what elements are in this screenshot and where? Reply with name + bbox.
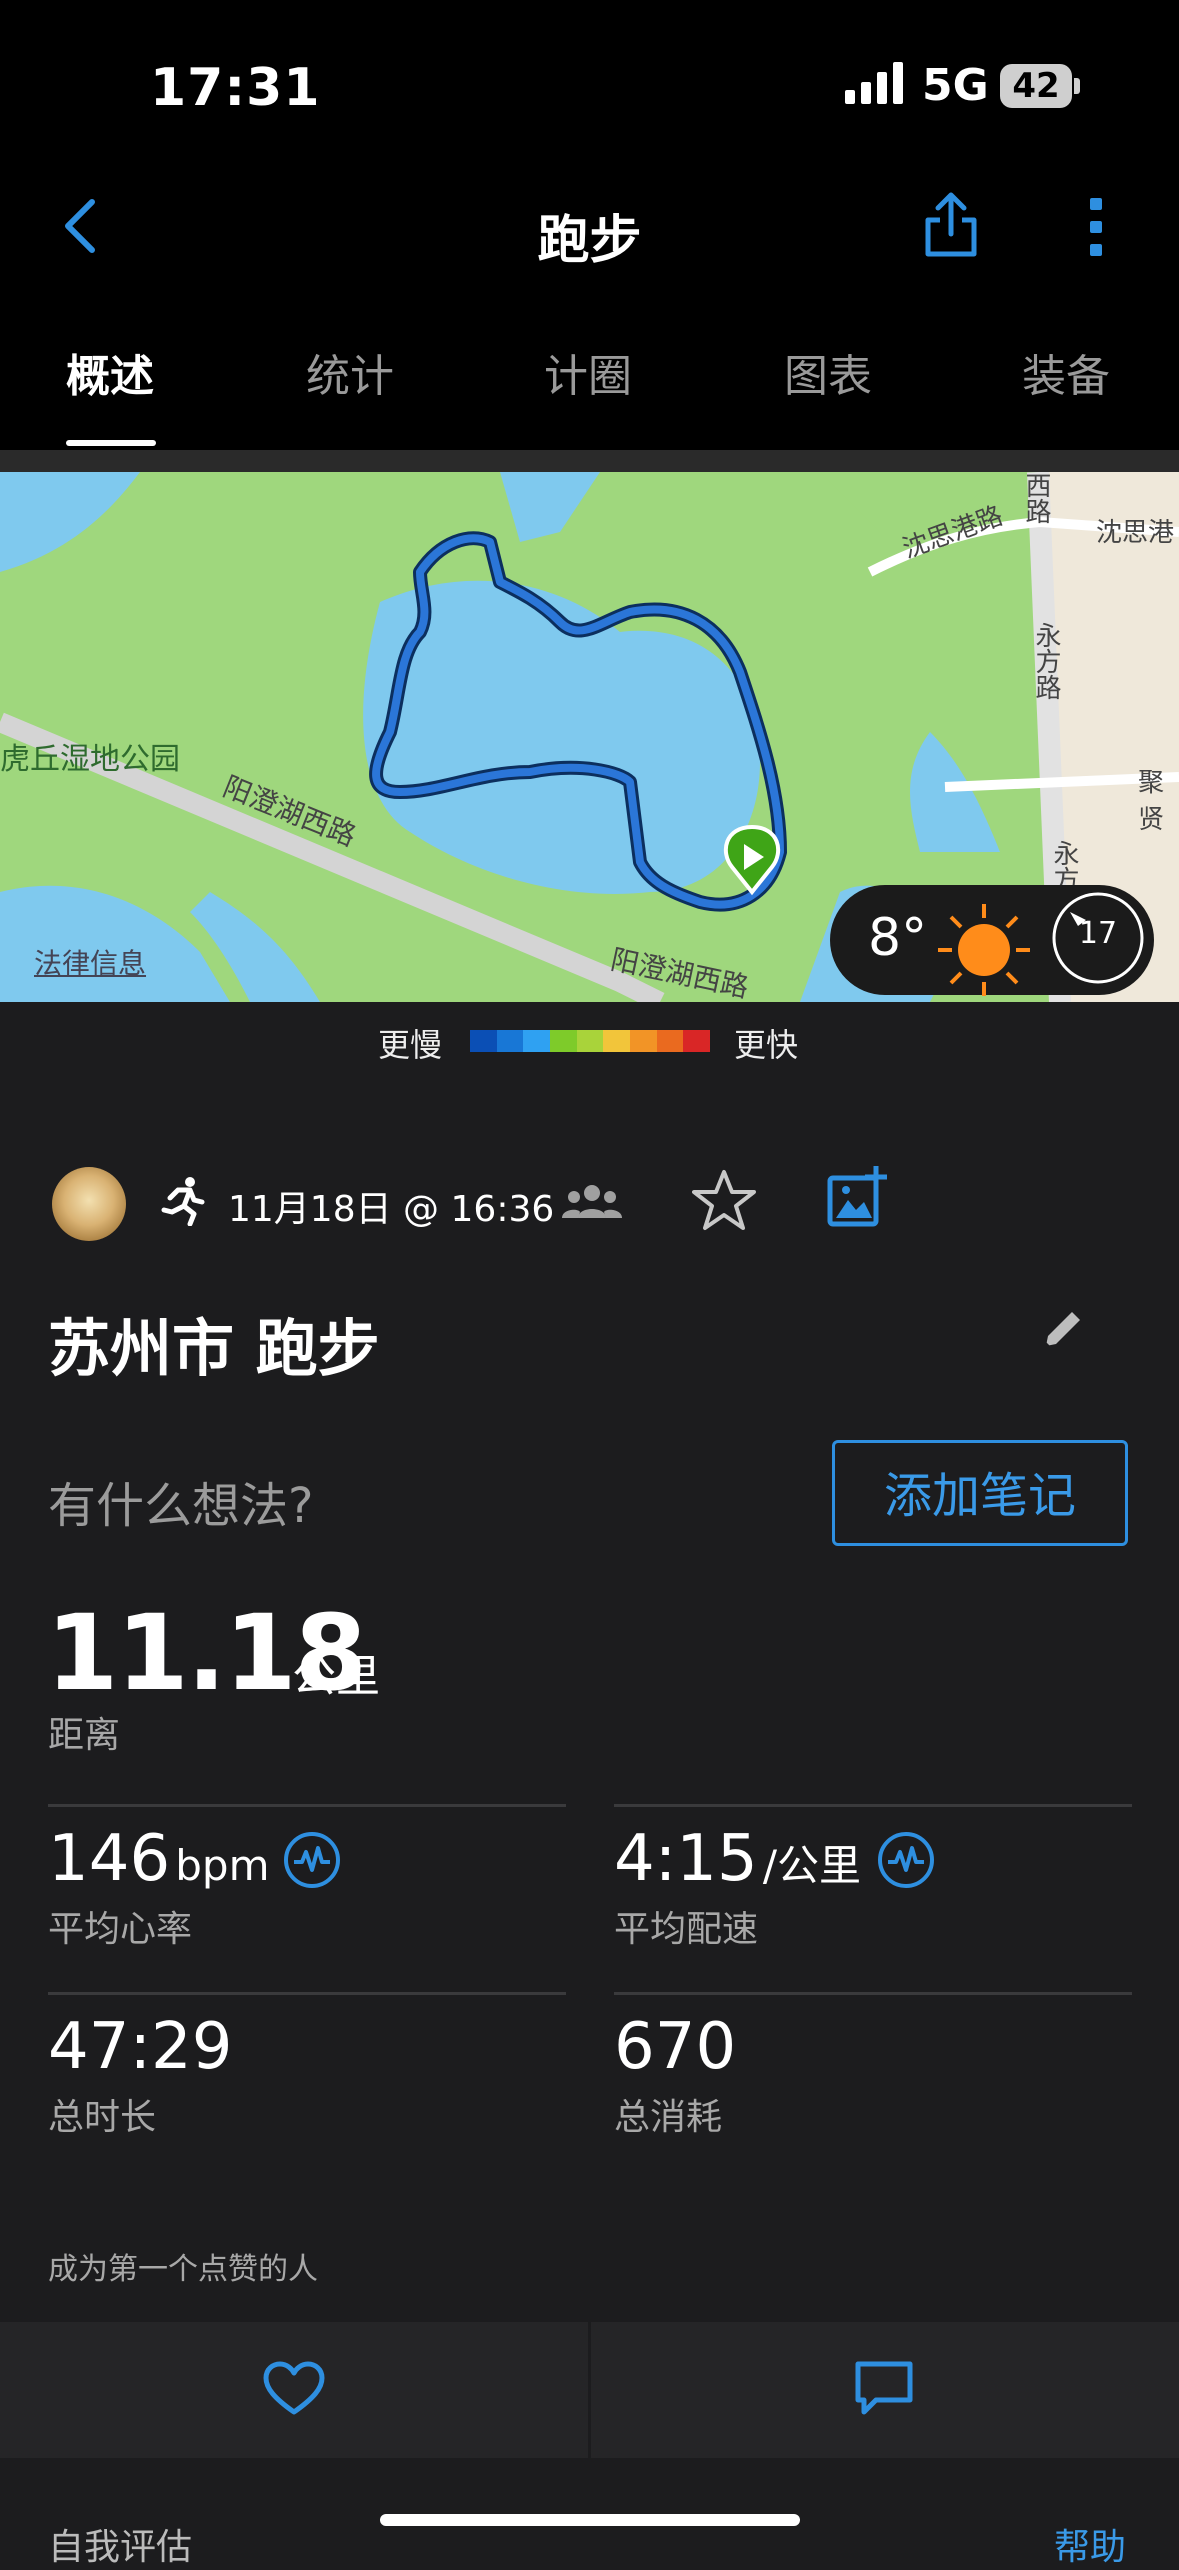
divider bbox=[48, 1804, 566, 1807]
comment-icon[interactable] bbox=[854, 2360, 914, 2418]
map-park-label: 虎丘湿地公园 bbox=[0, 742, 180, 777]
distance-label: 距离 bbox=[48, 1715, 121, 1756]
tab-charts[interactable]: 图表 bbox=[784, 340, 872, 404]
running-icon bbox=[161, 1177, 205, 1226]
self-evaluation-label: 自我评估 bbox=[48, 2527, 193, 2568]
map-road-label: 永方路 bbox=[1031, 622, 1061, 700]
network-type: 5G bbox=[922, 60, 989, 111]
edit-pencil-icon[interactable] bbox=[1040, 1306, 1086, 1352]
section-divider bbox=[0, 450, 1179, 472]
divider bbox=[614, 1992, 1132, 1995]
note-prompt: 有什么想法? bbox=[48, 1478, 314, 1534]
avg-pace: 4:15 /公里 bbox=[614, 1822, 861, 1896]
wind-speed: 17 bbox=[1078, 916, 1118, 951]
pace-value: 4:15 bbox=[614, 1822, 758, 1896]
likes-text: 成为第一个点赞的人 bbox=[48, 2252, 318, 2287]
map-road-label: 沈思港 bbox=[1096, 518, 1175, 548]
tab-active-indicator bbox=[66, 440, 156, 446]
calories-value: 670 bbox=[614, 2010, 737, 2084]
divider bbox=[48, 1992, 566, 1995]
calories-label: 总消耗 bbox=[614, 2097, 723, 2138]
divider bbox=[614, 1804, 1132, 1807]
page-title: 跑步 bbox=[537, 211, 642, 271]
group-icon[interactable] bbox=[562, 1184, 622, 1220]
avg-heart-rate: 146 bpm bbox=[48, 1822, 269, 1896]
tab-gear[interactable]: 装备 bbox=[1022, 340, 1110, 404]
activity-datetime: 11月18日 @ 16:36 bbox=[228, 1189, 555, 1230]
tab-overview[interactable]: 概述 bbox=[66, 340, 154, 404]
legend-slow: 更慢 bbox=[378, 1026, 443, 1064]
pace-chart-icon[interactable] bbox=[876, 1830, 936, 1890]
status-time: 17:31 bbox=[150, 58, 321, 118]
legend-fast: 更快 bbox=[734, 1026, 799, 1064]
share-icon[interactable] bbox=[920, 190, 982, 260]
tab-stats[interactable]: 统计 bbox=[306, 340, 394, 404]
pace-color-legend bbox=[470, 1030, 711, 1052]
battery-icon: 42 bbox=[1000, 64, 1072, 108]
activity-title: 苏州市 跑步 bbox=[48, 1312, 380, 1385]
sun-icon bbox=[938, 904, 1030, 996]
more-vertical-icon[interactable] bbox=[1082, 196, 1110, 258]
heart-rate-chart-icon[interactable] bbox=[282, 1830, 342, 1890]
weather-temp: 8° bbox=[868, 908, 928, 968]
avatar[interactable] bbox=[52, 1167, 126, 1241]
divider bbox=[588, 2322, 591, 2458]
heart-rate-value: 146 bbox=[48, 1822, 171, 1896]
heart-rate-label: 平均心率 bbox=[48, 1909, 193, 1950]
home-indicator[interactable] bbox=[380, 2514, 800, 2526]
help-link[interactable]: 帮助 bbox=[1054, 2518, 1126, 2570]
legal-info-link[interactable]: 法律信息 bbox=[34, 942, 146, 982]
like-heart-icon[interactable] bbox=[262, 2360, 326, 2418]
star-icon[interactable] bbox=[692, 1168, 756, 1232]
battery-tip bbox=[1074, 78, 1080, 94]
add-note-button[interactable]: 添加笔记 bbox=[832, 1440, 1128, 1546]
tab-laps[interactable]: 计圈 bbox=[544, 340, 632, 404]
add-photo-icon[interactable] bbox=[826, 1164, 890, 1230]
map-road-label: 西路 bbox=[1021, 472, 1051, 524]
heart-rate-unit: bpm bbox=[175, 1841, 270, 1890]
duration-value: 47:29 bbox=[48, 2010, 233, 2084]
pace-unit: /公里 bbox=[762, 1841, 861, 1890]
pace-label: 平均配速 bbox=[614, 1909, 759, 1950]
signal-icon bbox=[845, 62, 903, 104]
duration-label: 总时长 bbox=[48, 2097, 157, 2138]
distance-unit: 公里 bbox=[292, 1651, 380, 1702]
map-road-label: 聚贤 bbox=[1138, 768, 1165, 835]
